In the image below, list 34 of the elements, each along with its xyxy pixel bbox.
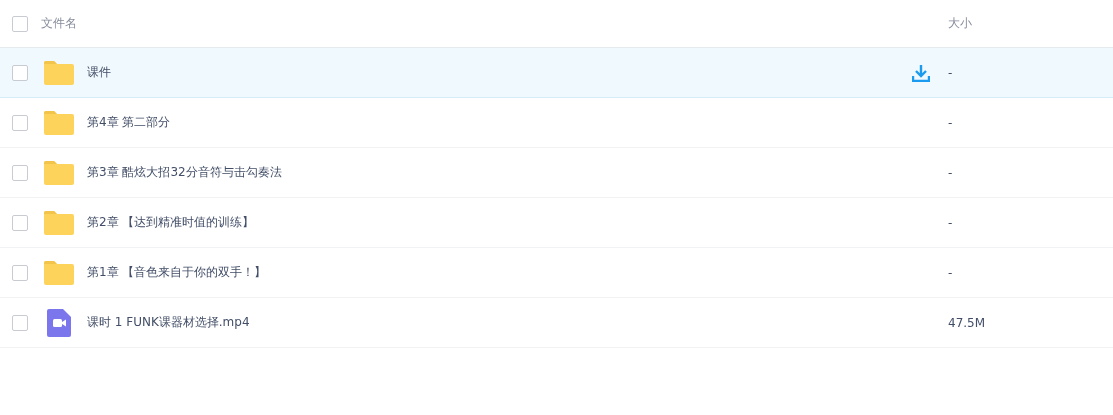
- file-size: -: [948, 115, 954, 130]
- file-row[interactable]: 课件 -: [0, 48, 1113, 98]
- download-icon: [912, 63, 930, 82]
- file-row[interactable]: 第1章 【音色来自于你的双手！】 -: [0, 248, 1113, 298]
- file-row[interactable]: 课时 1 FUNK课器材选择.mp4 47.5M: [0, 298, 1113, 348]
- checkbox[interactable]: [12, 314, 28, 331]
- file-size: -: [948, 215, 954, 230]
- checkbox[interactable]: [12, 264, 28, 281]
- file-row[interactable]: 第2章 【达到精准时值的训练】 -: [0, 198, 1113, 248]
- file-size: 47.5M: [948, 315, 987, 330]
- column-header[interactable]: 文件名: [41, 15, 948, 32]
- folder-icon: [44, 59, 74, 86]
- file-name[interactable]: 第1章 【音色来自于你的双手！】: [87, 264, 912, 281]
- file-name[interactable]: 第4章 第二部分: [87, 114, 912, 131]
- folder-icon: [44, 159, 74, 186]
- file-name[interactable]: 第2章 【达到精准时值的训练】: [87, 214, 912, 231]
- column-header[interactable]: 大小: [948, 15, 1113, 32]
- video-file-icon: [47, 308, 71, 337]
- file-size: -: [948, 165, 954, 180]
- file-size: -: [948, 65, 954, 80]
- file-name[interactable]: 课时 1 FUNK课器材选择.mp4: [87, 314, 912, 331]
- folder-icon: [44, 209, 74, 236]
- checkbox[interactable]: [12, 214, 28, 231]
- file-row[interactable]: 第4章 第二部分 -: [0, 98, 1113, 148]
- file-name[interactable]: 第3章 酷炫大招32分音符与击勾奏法: [87, 164, 912, 181]
- file-name[interactable]: 课件: [87, 64, 912, 81]
- folder-icon: [44, 109, 74, 136]
- checkbox[interactable]: [12, 164, 28, 181]
- checkbox[interactable]: [12, 114, 28, 131]
- folder-icon: [44, 259, 74, 286]
- file-row[interactable]: 第3章 酷炫大招32分音符与击勾奏法 -: [0, 148, 1113, 198]
- checkbox[interactable]: [12, 64, 28, 81]
- file-size: -: [948, 265, 954, 280]
- checkbox[interactable]: [12, 15, 28, 32]
